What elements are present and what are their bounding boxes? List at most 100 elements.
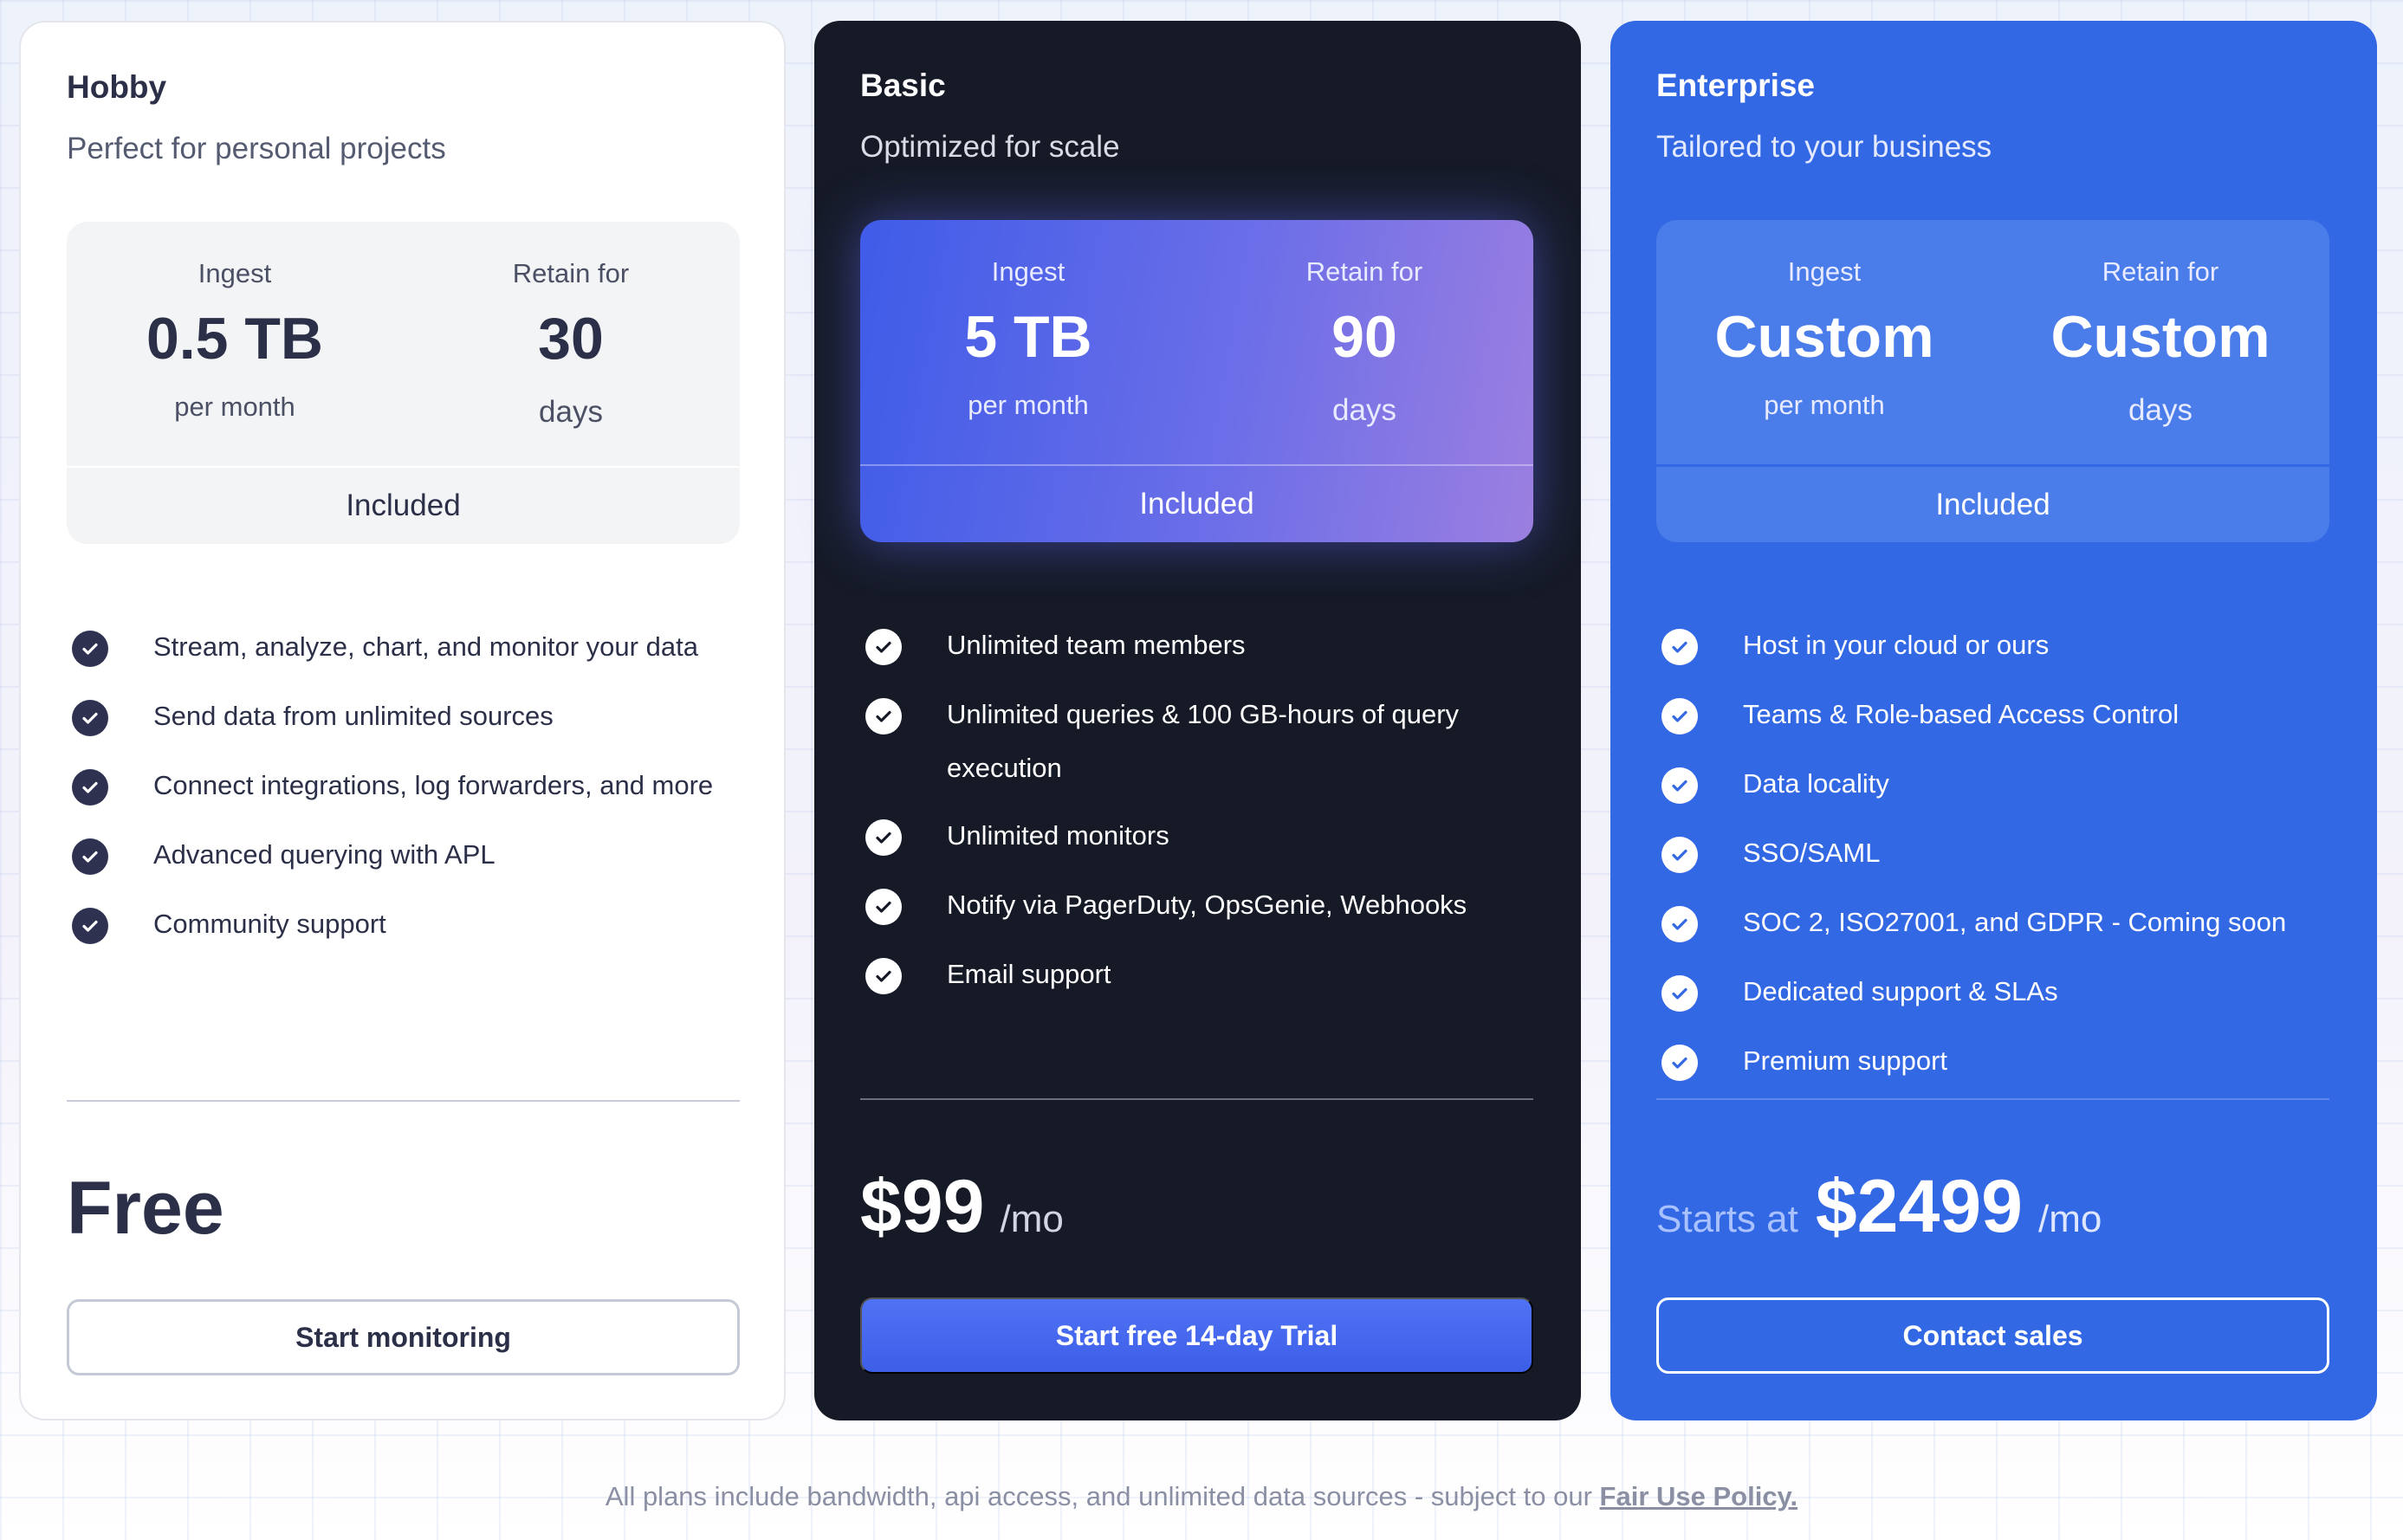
ingest-value: Custom: [1714, 304, 1934, 370]
ingest-unit: per month: [174, 391, 295, 422]
check-circle-icon: [865, 958, 902, 994]
quota-included: Included: [1656, 464, 2329, 542]
ingest-unit: per month: [968, 390, 1089, 420]
quota-included: Included: [860, 464, 1533, 542]
feature-item: Stream, analyze, chart, and monitor your…: [67, 620, 760, 689]
feature-text: Premium support: [1743, 1045, 1948, 1076]
feature-text: Unlimited team members: [947, 630, 1246, 660]
price-suffix: /mo: [2038, 1198, 2102, 1240]
retention-label: Retain for: [2102, 256, 2219, 287]
contact-sales-button[interactable]: Contact sales: [1656, 1297, 2329, 1374]
check-circle-icon: [1661, 906, 1698, 942]
feature-text: Connect integrations, log forwarders, an…: [153, 770, 714, 800]
feature-text: Community support: [153, 909, 386, 939]
feature-item: Email support: [860, 948, 1553, 1017]
feature-list: Stream, analyze, chart, and monitor your…: [67, 620, 760, 967]
divider: [1656, 1098, 2329, 1100]
feature-item: Unlimited queries & 100 GB-hours of quer…: [860, 688, 1553, 809]
price-amount: $99: [860, 1165, 985, 1248]
retention-unit: days: [1332, 393, 1396, 427]
start-monitoring-button[interactable]: Start monitoring: [67, 1299, 740, 1375]
feature-item: Unlimited monitors: [860, 809, 1553, 878]
plan-name: Enterprise: [1656, 68, 1816, 103]
retention-quota: Retain for Custom days: [1992, 220, 2329, 464]
feature-text: Unlimited queries & 100 GB-hours of quer…: [947, 699, 1460, 783]
check-circle-icon: [1661, 1045, 1698, 1081]
check-circle-icon: [865, 698, 902, 734]
check-circle-icon: [865, 819, 902, 856]
retention-quota: Retain for 90 days: [1196, 220, 1532, 464]
ingest-value: 5 TB: [964, 304, 1092, 370]
feature-text: SSO/SAML: [1743, 838, 1881, 868]
feature-text: Notify via PagerDuty, OpsGenie, Webhooks: [947, 890, 1467, 920]
feature-text: Advanced querying with APL: [153, 839, 495, 870]
check-circle-icon: [1661, 767, 1698, 804]
retention-quota: Retain for 30 days: [403, 222, 739, 466]
feature-item: Unlimited team members: [860, 618, 1553, 688]
feature-item: Community support: [67, 897, 760, 967]
quota-box: Ingest 5 TB per month Retain for 90 days…: [860, 220, 1533, 542]
fair-use-policy-link[interactable]: Fair Use Policy.: [1600, 1481, 1798, 1511]
check-circle-icon: [72, 769, 108, 806]
feature-text: Host in your cloud or ours: [1743, 630, 2050, 660]
plan-card-hobby: Hobby Perfect for personal projects Inge…: [19, 21, 786, 1420]
feature-item: Dedicated support & SLAs: [1656, 965, 2349, 1034]
feature-item: Data locality: [1656, 757, 2349, 826]
quota-included: Included: [67, 466, 740, 544]
price-row: Starts at $2499 /mo: [1656, 1164, 2102, 1259]
price-prefix: Starts at: [1656, 1198, 1798, 1240]
plan-card-enterprise: Enterprise Tailored to your business Ing…: [1610, 21, 2377, 1420]
plan-name: Basic: [860, 68, 946, 103]
divider: [860, 1098, 1533, 1100]
retention-unit: days: [2128, 393, 2192, 427]
price-row: Free: [67, 1166, 224, 1261]
ingest-label: Ingest: [198, 258, 272, 288]
ingest-unit: per month: [1764, 390, 1885, 420]
retention-label: Retain for: [512, 258, 630, 288]
check-circle-icon: [1661, 975, 1698, 1012]
feature-item: Notify via PagerDuty, OpsGenie, Webhooks: [860, 878, 1553, 948]
plan-tagline: Perfect for personal projects: [67, 132, 446, 165]
feature-list: Host in your cloud or ours Teams & Role-…: [1656, 618, 2349, 1103]
ingest-label: Ingest: [1787, 256, 1862, 287]
feature-text: Stream, analyze, chart, and monitor your…: [153, 631, 698, 662]
retention-value: 30: [538, 306, 604, 372]
ingest-quota: Ingest Custom per month: [1656, 220, 1992, 464]
feature-item: Premium support: [1656, 1034, 2349, 1103]
feature-item: SOC 2, ISO27001, and GDPR - Coming soon: [1656, 896, 2349, 965]
retention-unit: days: [539, 395, 603, 429]
check-circle-icon: [1661, 698, 1698, 734]
plan-tagline: Optimized for scale: [860, 130, 1120, 164]
price-amount: Free: [67, 1167, 224, 1250]
feature-item: Host in your cloud or ours: [1656, 618, 2349, 688]
check-circle-icon: [72, 700, 108, 736]
feature-text: Dedicated support & SLAs: [1743, 976, 2058, 1006]
ingest-quota: Ingest 0.5 TB per month: [67, 222, 403, 466]
feature-text: Send data from unlimited sources: [153, 701, 554, 731]
ingest-value: 0.5 TB: [146, 306, 324, 372]
price-row: $99 /mo: [860, 1164, 1064, 1259]
feature-item: Teams & Role-based Access Control: [1656, 688, 2349, 757]
feature-text: Data locality: [1743, 768, 1889, 799]
check-circle-icon: [72, 908, 108, 944]
price-amount: $2499: [1815, 1165, 2023, 1248]
retention-value: Custom: [2050, 304, 2270, 370]
feature-item: Connect integrations, log forwarders, an…: [67, 759, 760, 828]
feature-text: SOC 2, ISO27001, and GDPR - Coming soon: [1743, 907, 2287, 937]
start-trial-button[interactable]: Start free 14-day Trial: [860, 1297, 1533, 1374]
check-circle-icon: [72, 838, 108, 875]
quota-box: Ingest 0.5 TB per month Retain for 30 da…: [67, 222, 740, 544]
feature-text: Email support: [947, 959, 1111, 989]
price-suffix: /mo: [1000, 1198, 1064, 1240]
feature-item: Advanced querying with APL: [67, 828, 760, 897]
plan-card-basic: Basic Optimized for scale Ingest 5 TB pe…: [814, 21, 1581, 1420]
check-circle-icon: [72, 631, 108, 667]
ingest-quota: Ingest 5 TB per month: [860, 220, 1196, 464]
check-circle-icon: [1661, 837, 1698, 873]
plan-tagline: Tailored to your business: [1656, 130, 1992, 164]
check-circle-icon: [865, 629, 902, 665]
feature-item: Send data from unlimited sources: [67, 689, 760, 759]
feature-text: Unlimited monitors: [947, 820, 1169, 851]
retention-label: Retain for: [1305, 256, 1423, 287]
feature-text: Teams & Role-based Access Control: [1743, 699, 2180, 729]
